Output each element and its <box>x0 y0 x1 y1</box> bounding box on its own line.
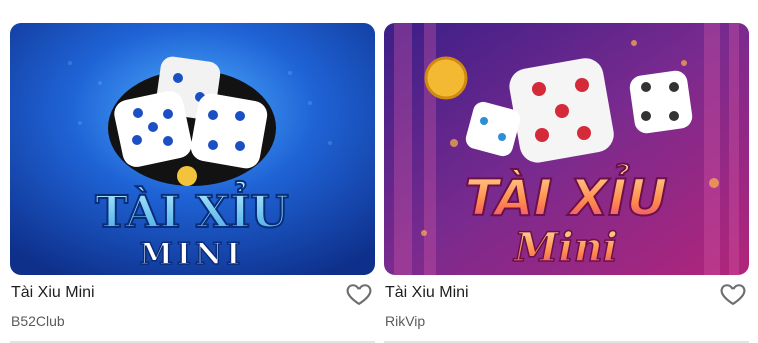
game-title[interactable]: Tài Xiu Mini <box>385 284 469 302</box>
game-thumbnail[interactable]: TÀI XỈU MINI <box>10 23 375 275</box>
game-card-rikvip[interactable]: TÀI XỈU Mini Tài Xiu Mini RikVip <box>384 23 749 343</box>
game-provider: RikVip <box>385 313 426 329</box>
art-subtitle-text: MINI <box>140 237 245 272</box>
game-card-b52club[interactable]: TÀI XỈU MINI Tài Xiu Mini B52Club <box>10 23 375 343</box>
game-thumbnail[interactable]: TÀI XỈU Mini <box>384 23 749 275</box>
game-provider: B52Club <box>11 313 65 329</box>
game-title[interactable]: Tài Xiu Mini <box>11 284 95 302</box>
favorite-heart-icon[interactable] <box>719 280 747 308</box>
art-title-text: TÀI XỈU <box>465 163 668 227</box>
favorite-heart-icon[interactable] <box>345 280 373 308</box>
art-title-text: TÀI XỈU <box>95 179 288 238</box>
art-subtitle-text: Mini <box>512 224 618 271</box>
